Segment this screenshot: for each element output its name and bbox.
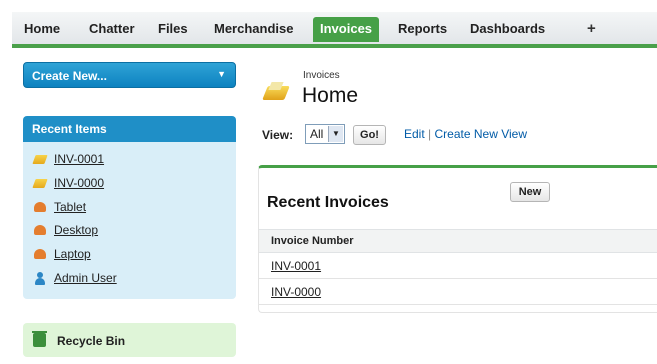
table-header: Invoice Number — [259, 229, 657, 253]
recent-items-list: INV-0001 INV-0000 Tablet Desktop Laptop … — [23, 142, 236, 299]
tab-invoices[interactable]: Invoices — [313, 17, 380, 42]
recent-item-link[interactable]: INV-0000 — [54, 176, 104, 190]
view-select[interactable]: All ▼ — [305, 124, 345, 144]
tab-bar: Home Chatter Files Merchandise Invoices … — [12, 12, 657, 48]
invoice-link[interactable]: INV-0000 — [271, 285, 321, 299]
user-icon — [33, 272, 47, 285]
recent-invoices-title: Recent Invoices — [267, 194, 389, 211]
view-label: View: — [262, 128, 294, 142]
tab-dashboards[interactable]: Dashboards — [470, 21, 545, 36]
table-row: INV-0000 — [259, 279, 657, 305]
link-separator: | — [428, 127, 432, 141]
view-links: Edit | Create New View — [404, 127, 527, 141]
recent-items-title: Recent Items — [23, 116, 236, 142]
recent-item-link[interactable]: Desktop — [54, 223, 98, 237]
recent-item-link[interactable]: Laptop — [54, 247, 91, 261]
recent-item-link[interactable]: INV-0001 — [54, 152, 104, 166]
invoice-icon — [33, 153, 47, 165]
create-view-link[interactable]: Create New View — [435, 127, 527, 141]
recycle-bin-icon — [32, 331, 47, 347]
invoice-link[interactable]: INV-0001 — [271, 259, 321, 273]
recent-item-link[interactable]: Admin User — [54, 271, 117, 285]
tab-merchandise[interactable]: Merchandise — [214, 21, 293, 36]
tab-chatter[interactable]: Chatter — [89, 21, 135, 36]
add-tab-button[interactable]: + — [587, 20, 596, 37]
recycle-bin[interactable]: Recycle Bin — [23, 323, 236, 357]
new-invoice-button[interactable]: New — [510, 182, 550, 202]
create-new-button[interactable]: Create New... ▼ — [23, 62, 236, 88]
merchandise-icon — [33, 224, 47, 236]
recent-item-link[interactable]: Tablet — [54, 200, 86, 214]
invoice-icon — [33, 177, 47, 189]
merchandise-icon — [33, 248, 47, 260]
page-title: Home — [302, 84, 359, 107]
chevron-down-icon: ▼ — [217, 69, 226, 79]
table-row: INV-0001 — [259, 253, 657, 279]
invoices-icon — [262, 80, 290, 104]
edit-view-link[interactable]: Edit — [404, 127, 425, 141]
chevron-down-icon[interactable]: ▼ — [328, 126, 343, 142]
tab-files[interactable]: Files — [158, 21, 188, 36]
column-invoice-number[interactable]: Invoice Number — [271, 235, 354, 247]
merchandise-icon — [33, 201, 47, 213]
page-subtitle: Invoices — [303, 70, 340, 81]
recycle-bin-label[interactable]: Recycle Bin — [57, 334, 125, 348]
create-new-label: Create New... — [32, 69, 107, 83]
go-button[interactable]: Go! — [353, 125, 386, 145]
tab-home[interactable]: Home — [24, 21, 60, 36]
view-select-value: All — [310, 127, 324, 141]
recent-invoices-panel: Recent Invoices New Invoice Number INV-0… — [258, 165, 657, 313]
tab-reports[interactable]: Reports — [398, 21, 447, 36]
